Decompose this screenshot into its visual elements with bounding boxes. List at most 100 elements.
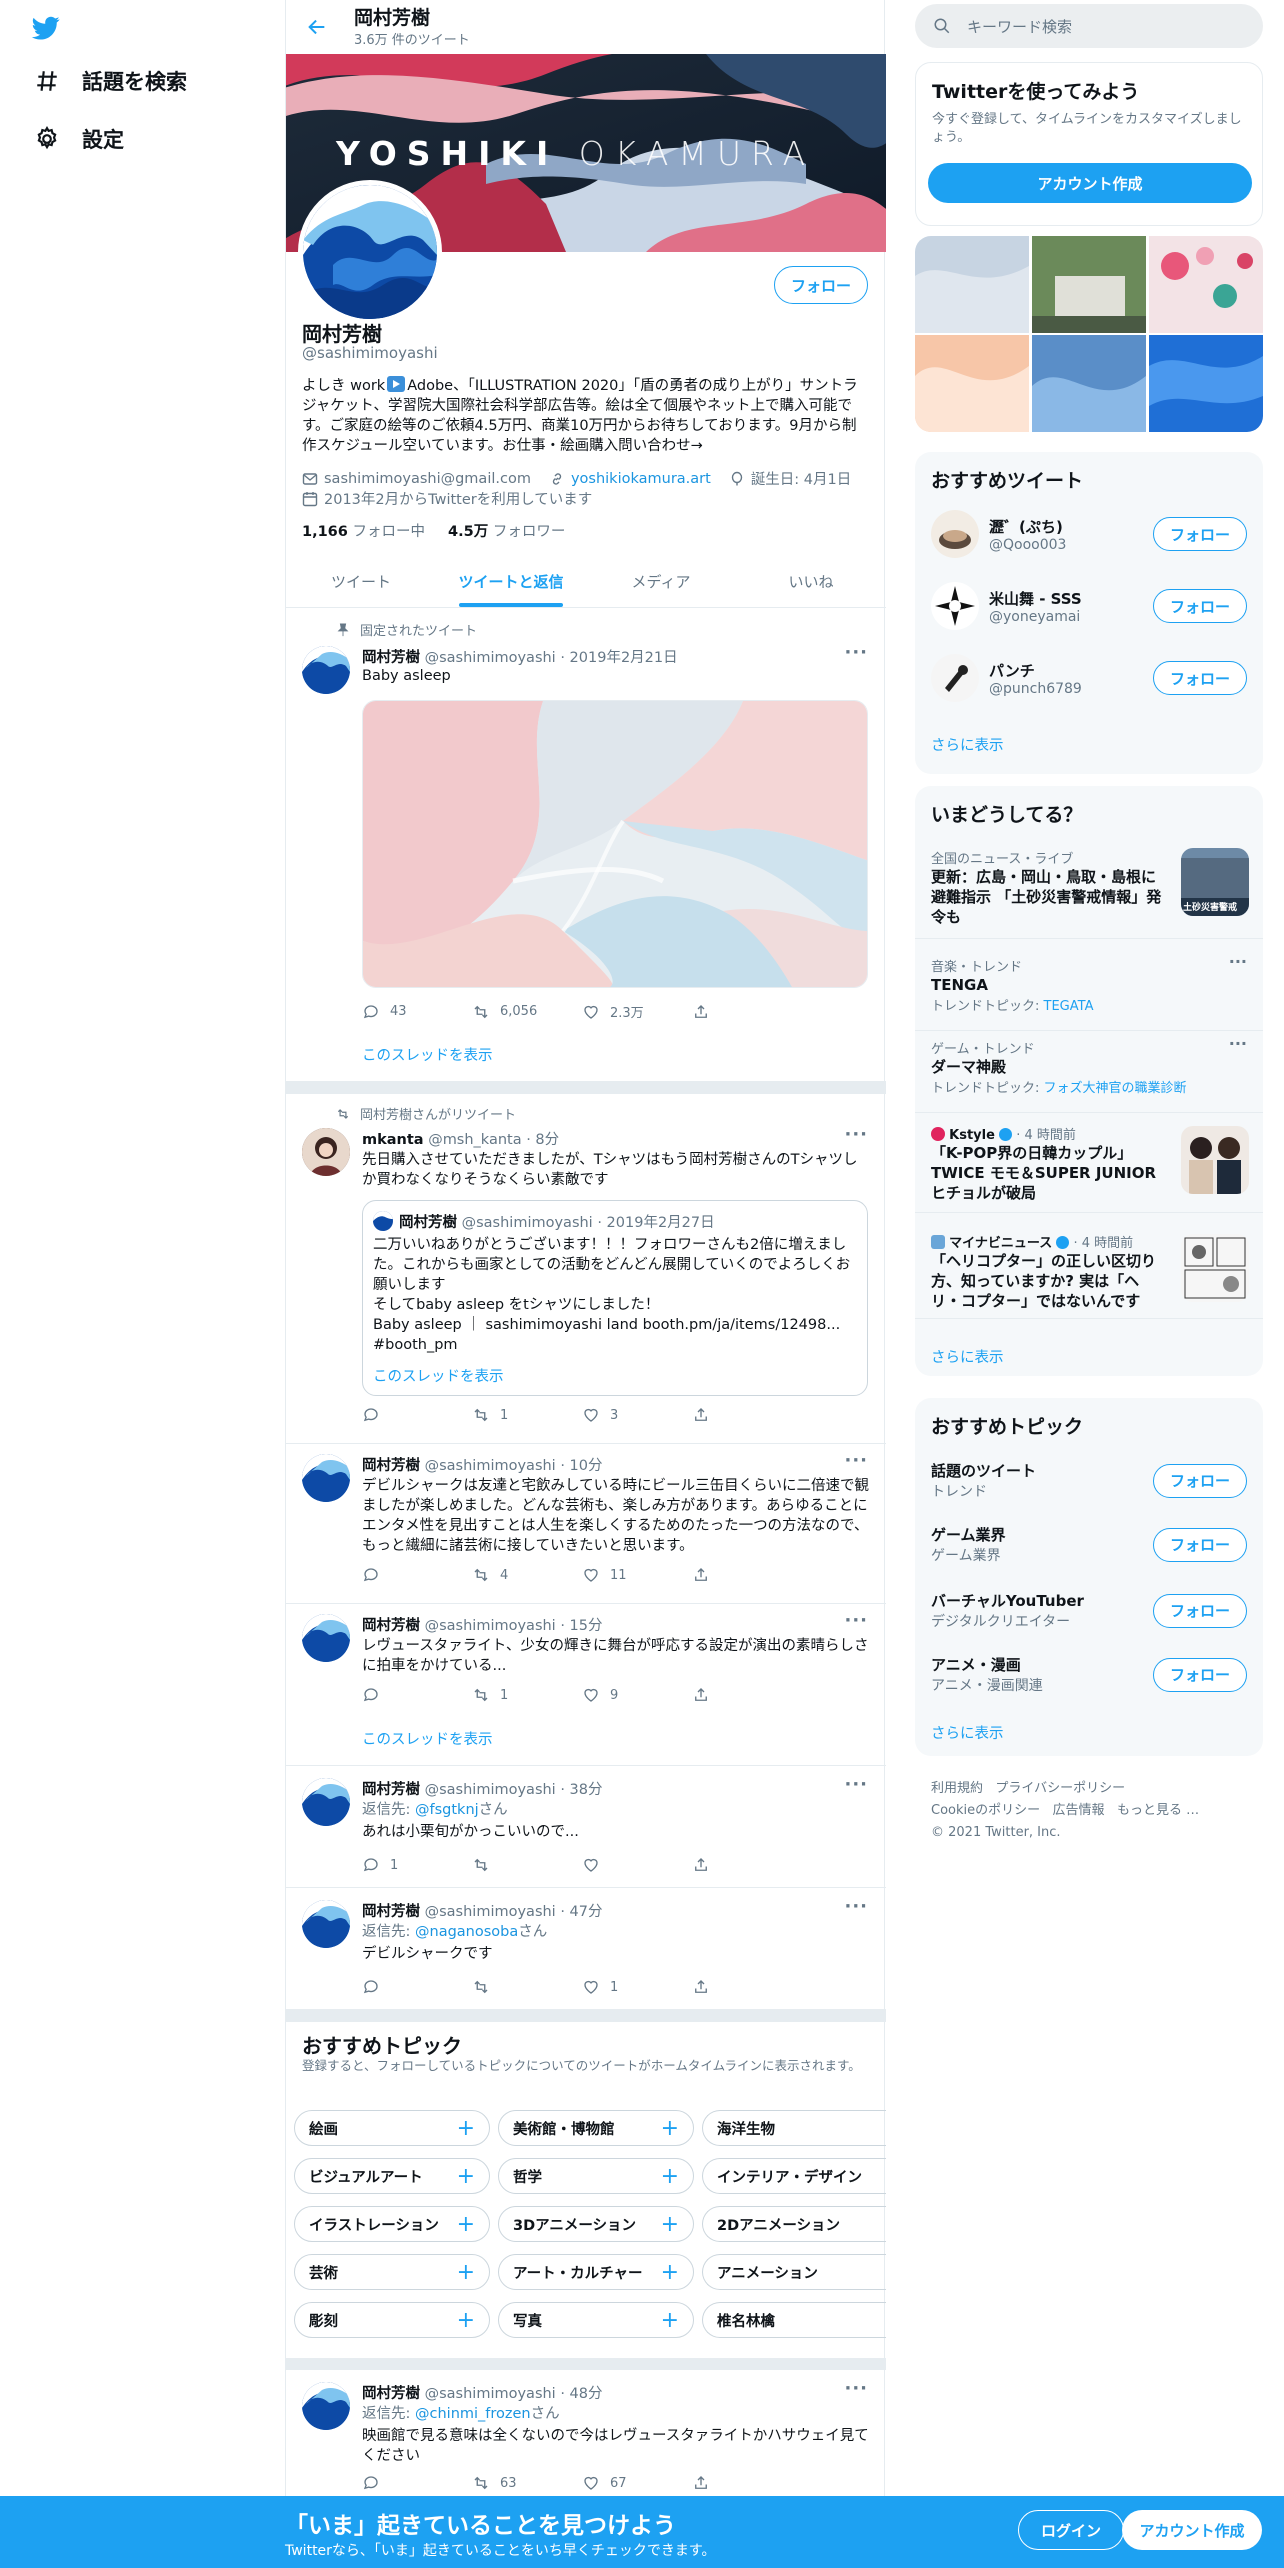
- tweet-author-name[interactable]: 岡村芳樹: [362, 1904, 420, 1920]
- tweet[interactable]: 岡村芳樹 @sashimimoyashi · 10分 ··· デビルシャークは友…: [286, 1444, 886, 1604]
- trend-sub-link[interactable]: TEGATA: [1044, 999, 1094, 1014]
- tab-likes[interactable]: いいね: [736, 556, 886, 607]
- tweet-author-name[interactable]: 岡村芳樹: [362, 650, 420, 666]
- share-action[interactable]: [692, 1406, 802, 1424]
- profile-follow-button[interactable]: フォロー: [774, 266, 868, 304]
- more-icon[interactable]: ···: [844, 1896, 868, 1917]
- avatar[interactable]: [302, 1614, 350, 1662]
- share-action[interactable]: [692, 1566, 802, 1584]
- more-icon[interactable]: ···: [844, 1610, 868, 1631]
- more-icon[interactable]: ···: [844, 1124, 868, 1145]
- reply-to-handle[interactable]: @naganosoba: [415, 1924, 518, 1940]
- tweet-reply[interactable]: 岡村芳樹 @sashimimoyashi · 38分 ··· 返信先: @fsg…: [286, 1766, 886, 1888]
- topic-chip[interactable]: イラストレーション +: [294, 2206, 490, 2242]
- topic-chip[interactable]: 美術館・博物館 +: [498, 2110, 694, 2146]
- share-action[interactable]: [692, 1978, 802, 1996]
- topic-chip[interactable]: ビジュアルアート +: [294, 2158, 490, 2194]
- nav-explore[interactable]: 話題を検索: [34, 66, 187, 96]
- share-action[interactable]: [692, 1002, 802, 1021]
- topic-item[interactable]: バーチャルYouTuber デジタルクリエイター フォロー: [931, 1590, 1247, 1631]
- website-link[interactable]: yoshikiokamura.art: [571, 471, 711, 487]
- reply-action[interactable]: 1: [362, 1856, 472, 1874]
- like-action[interactable]: 67: [582, 2474, 692, 2492]
- more-icon[interactable]: ···: [1229, 1034, 1247, 1053]
- like-action[interactable]: 11: [582, 1566, 692, 1584]
- tab-media[interactable]: メディア: [586, 556, 736, 607]
- followers-link[interactable]: 4.5万 フォロワー: [448, 524, 565, 540]
- more-icon[interactable]: ···: [844, 2378, 868, 2399]
- topic-chip[interactable]: インテリア・デザイン: [702, 2158, 886, 2194]
- topic-chip[interactable]: 絵画 +: [294, 2110, 490, 2146]
- quoted-show-thread[interactable]: このスレッドを表示: [373, 1365, 504, 1386]
- reply-action[interactable]: [362, 1686, 472, 1704]
- search-box[interactable]: キーワード検索: [915, 4, 1263, 48]
- topic-chip[interactable]: 海洋生物: [702, 2110, 886, 2146]
- share-action[interactable]: [692, 2474, 802, 2492]
- tweet-author-name[interactable]: 岡村芳樹: [362, 1618, 420, 1634]
- topic-chip[interactable]: 椎名林檎: [702, 2302, 886, 2338]
- avatar[interactable]: [302, 646, 350, 694]
- show-thread-link[interactable]: このスレッドを表示: [362, 1044, 493, 1065]
- more-icon[interactable]: ···: [1229, 952, 1247, 971]
- topic-chip[interactable]: 写真 +: [498, 2302, 694, 2338]
- recommended-user[interactable]: 瀝゛(ぷち) @Qooo003 フォロー: [931, 510, 1247, 558]
- avatar[interactable]: [302, 1128, 350, 1176]
- tweet[interactable]: 岡村芳樹 @sashimimoyashi · 15分 ··· レヴュースタァライ…: [286, 1604, 886, 1766]
- back-arrow-icon[interactable]: [306, 16, 328, 38]
- recommended-user[interactable]: 米山舞 - SSS @yoneyamai フォロー: [931, 582, 1247, 630]
- topic-item[interactable]: 話題のツイート トレンド フォロー: [931, 1460, 1247, 1501]
- recommended-user[interactable]: パンチ @punch6789 フォロー: [931, 654, 1247, 702]
- nav-settings[interactable]: 設定: [34, 124, 124, 154]
- tweet-author-name[interactable]: 岡村芳樹: [362, 1782, 420, 1798]
- tweet-author-name[interactable]: 岡村芳樹: [362, 2386, 420, 2402]
- trend-item[interactable]: 全国のニュース・ライブ 更新：広島・岡山・鳥取・島根に避難指示 「土砂災害警戒情…: [931, 848, 1249, 927]
- follow-button[interactable]: フォロー: [1153, 517, 1247, 551]
- quoted-tweet[interactable]: 岡村芳樹 @sashimimoyashi · 2019年2月27日 二万いいねあ…: [362, 1200, 868, 1396]
- topic-chip[interactable]: 2Dアニメーション: [702, 2206, 886, 2242]
- reply-to-handle[interactable]: @chinmi_frozen: [415, 2406, 531, 2422]
- show-thread-link[interactable]: このスレッドを表示: [362, 1728, 493, 1749]
- tweet-pinned[interactable]: 固定されたツイート 岡村芳樹 @sashimimoyashi · 2019年2月…: [286, 608, 886, 1082]
- topic-chip[interactable]: アート・カルチャー +: [498, 2254, 694, 2290]
- like-action[interactable]: 2.3万: [582, 1002, 692, 1021]
- like-action[interactable]: 9: [582, 1686, 692, 1704]
- avatar[interactable]: [302, 1778, 350, 1826]
- like-action[interactable]: 1: [582, 1978, 692, 1996]
- reply-action[interactable]: [362, 2474, 472, 2492]
- topic-item[interactable]: アニメ・漫画 アニメ・漫画関連 フォロー: [931, 1654, 1247, 1695]
- trend-item[interactable]: 音楽・トレンド TENGA トレンドトピック: TEGATA ···: [931, 952, 1247, 1014]
- following-link[interactable]: 1,166 フォロー中: [302, 524, 425, 540]
- topic-chip[interactable]: 哲学 +: [498, 2158, 694, 2194]
- twitter-logo-icon[interactable]: [30, 14, 62, 42]
- more-icon[interactable]: ···: [844, 1450, 868, 1471]
- reply-action[interactable]: 43: [362, 1002, 472, 1021]
- tab-tweets[interactable]: ツイート: [286, 556, 436, 607]
- tweet-author-name[interactable]: 岡村芳樹: [362, 1458, 420, 1474]
- like-action[interactable]: 3: [582, 1406, 692, 1424]
- footer-cookies[interactable]: Cookieのポリシー: [931, 1803, 1040, 1818]
- tweet-reply[interactable]: 岡村芳樹 @sashimimoyashi · 47分 ··· 返信先: @nag…: [286, 1888, 886, 2010]
- topic-chip[interactable]: 芸術 +: [294, 2254, 490, 2290]
- retweet-action[interactable]: [472, 1856, 582, 1874]
- follow-button[interactable]: フォロー: [1153, 1463, 1247, 1498]
- tweet-retweeted[interactable]: 岡村芳樹さんがリツイート mkanta @msh_kanta · 8分 ··· …: [286, 1094, 886, 1444]
- reply-action[interactable]: [362, 1406, 472, 1424]
- signup-button[interactable]: アカウント作成: [1122, 2510, 1262, 2550]
- more-icon[interactable]: ···: [844, 1774, 868, 1795]
- retweet-action[interactable]: 1: [472, 1406, 582, 1424]
- profile-avatar[interactable]: [298, 180, 442, 324]
- tweet-reply[interactable]: 岡村芳樹 @sashimimoyashi · 48分 ··· 返信先: @chi…: [286, 2370, 886, 2496]
- topic-chip[interactable]: 3Dアニメーション +: [498, 2206, 694, 2242]
- share-action[interactable]: [692, 1856, 802, 1874]
- retweet-action[interactable]: 63: [472, 2474, 582, 2492]
- retweet-action[interactable]: 4: [472, 1566, 582, 1584]
- trend-sub-link[interactable]: フォズ大神官の職業診断: [1044, 1081, 1187, 1096]
- share-action[interactable]: [692, 1686, 802, 1704]
- avatar[interactable]: [302, 1454, 350, 1502]
- footer-terms[interactable]: 利用規約: [931, 1781, 983, 1796]
- profile-website[interactable]: yoshikiokamura.art: [549, 471, 711, 487]
- trends-more-link[interactable]: さらに表示: [931, 1346, 1004, 1367]
- topic-item[interactable]: ゲーム業界 ゲーム業界 フォロー: [931, 1524, 1247, 1565]
- follow-button[interactable]: フォロー: [1153, 661, 1247, 695]
- follow-button[interactable]: フォロー: [1153, 1593, 1247, 1628]
